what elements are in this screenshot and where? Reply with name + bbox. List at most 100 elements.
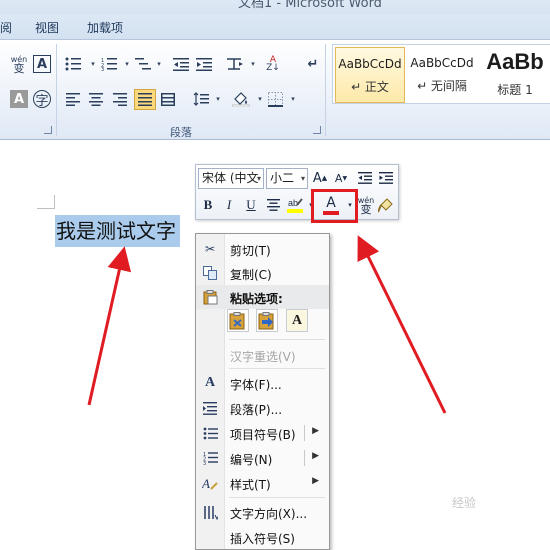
char-border-icon[interactable]: A — [33, 55, 51, 73]
menu-item-label: 文字方向(X)... — [230, 507, 308, 521]
font-name-combo[interactable]: 宋体 (中文 ▾ — [198, 168, 264, 189]
window-title: 文档1 - Microsoft Word — [238, 0, 382, 11]
decrease-indent-icon[interactable] — [356, 168, 374, 188]
increase-indent-icon[interactable] — [377, 168, 395, 188]
tab-addins[interactable]: 加载项 — [87, 19, 123, 36]
chevron-down-icon[interactable]: ▾ — [150, 55, 168, 73]
svg-text:3: 3 — [101, 67, 104, 71]
align-right-icon[interactable] — [111, 90, 129, 108]
menu-item-label: 粘贴选项: — [230, 292, 283, 306]
style-normal[interactable]: AaBbCcDd ↵ 正文 — [335, 47, 405, 103]
bold-button[interactable]: B — [199, 195, 217, 215]
scissors-icon: ✂ — [204, 242, 216, 256]
menu-item-paragraph[interactable]: 段落(P)... — [196, 396, 329, 420]
menu-separator — [229, 497, 325, 498]
style-sample: AaBb — [486, 49, 544, 74]
paste-merge-format-button[interactable] — [256, 309, 278, 332]
align-center-icon[interactable] — [87, 90, 105, 108]
borders-icon[interactable] — [266, 90, 284, 108]
selected-text[interactable]: 我是测试文字 — [55, 215, 180, 247]
decrease-indent-icon[interactable] — [172, 55, 190, 73]
font-color-highlight-box — [311, 189, 358, 223]
menu-item-styles[interactable]: A 样式(T) ▶ — [196, 471, 329, 495]
underline-button[interactable]: U — [242, 195, 260, 215]
menu-item-copy[interactable]: 复制(C) — [196, 261, 329, 285]
tab-review[interactable]: 阅 — [0, 19, 12, 36]
align-left-icon[interactable] — [64, 90, 82, 108]
submenu-arrow-icon[interactable]: ▶ — [312, 476, 319, 486]
font-name-value: 宋体 (中文 — [202, 171, 259, 185]
shading-icon[interactable] — [232, 90, 250, 108]
split-separator — [304, 450, 305, 466]
italic-button[interactable]: I — [220, 195, 238, 215]
menu-item-paste-options: 粘贴选项: — [196, 285, 329, 309]
font-size-combo[interactable]: 小二 ▾ — [266, 168, 308, 189]
justify-icon[interactable] — [134, 89, 156, 110]
ribbon-tabs: 阅 视图 加载项 — [0, 14, 550, 40]
distributed-icon[interactable] — [159, 90, 177, 108]
menu-item-numbering[interactable]: 123 编号(N) ▶ — [196, 446, 329, 470]
increase-indent-icon[interactable] — [195, 55, 213, 73]
menu-item-font[interactable]: A 字体(F)... — [196, 371, 329, 395]
format-painter-icon[interactable] — [377, 195, 395, 215]
watermark: 经验 — [452, 496, 477, 510]
chevron-down-icon[interactable]: ▾ — [284, 90, 302, 108]
phonetic-guide-icon[interactable]: wén 变 — [10, 55, 28, 74]
style-no-spacing[interactable]: AaBbCcDd ↵ 无间隔 — [407, 47, 477, 103]
group-separator — [325, 44, 326, 136]
menu-item-label: 编号(N) — [230, 453, 273, 467]
chevron-down-icon[interactable]: ▾ — [301, 169, 305, 188]
chevron-down-icon[interactable]: ▾ — [257, 169, 261, 188]
margin-corner-mark — [37, 195, 55, 209]
submenu-arrow-icon[interactable]: ▶ — [312, 426, 319, 436]
bullets-icon[interactable] — [64, 55, 82, 73]
font-dialog-launcher[interactable] — [44, 126, 52, 134]
style-name: ↵ 正文 — [351, 80, 389, 94]
menu-item-text-direction[interactable]: 文字方向(X)... — [196, 500, 329, 524]
chevron-down-icon[interactable]: ▾ — [209, 90, 227, 108]
menu-item-cut[interactable]: ✂ 剪切(T) — [196, 237, 329, 261]
menu-item-label: 复制(C) — [230, 268, 272, 282]
tab-view[interactable]: 视图 — [35, 19, 59, 36]
style-heading-1[interactable]: AaBb 标题 1 — [479, 47, 550, 103]
sort-icon[interactable]: A Z↓ — [264, 55, 282, 73]
style-sample: AaBbCcDd — [338, 57, 402, 71]
menu-item-label: 项目符号(B) — [230, 428, 296, 442]
mini-toolbar: 宋体 (中文 ▾ 小二 ▾ A ▲ A ▼ B I U ab ▾ A ▾ wén 变 — [195, 164, 399, 220]
menu-item-label: 字体(F)... — [230, 378, 282, 392]
style-name: ↵ 无间隔 — [417, 79, 467, 93]
grow-font-icon[interactable]: A ▲ — [311, 168, 329, 188]
paragraph-icon — [202, 400, 218, 416]
center-icon[interactable] — [264, 195, 282, 215]
bullets-icon — [202, 425, 218, 441]
paragraph-dialog-launcher[interactable] — [313, 126, 321, 134]
shrink-font-icon[interactable]: A ▼ — [332, 168, 350, 188]
phonetic-guide-icon[interactable]: wén 变 — [356, 193, 376, 217]
menu-item-insert-symbol[interactable]: 插入符号(S) — [196, 525, 329, 549]
numbering-icon[interactable]: 123 — [100, 55, 118, 73]
svg-text:A: A — [202, 476, 210, 491]
text-direction-icon — [202, 504, 218, 520]
show-marks-icon[interactable]: ↵ — [304, 55, 322, 73]
submenu-arrow-icon[interactable]: ▶ — [312, 451, 319, 461]
menu-item-bullets[interactable]: 项目符号(B) ▶ — [196, 421, 329, 445]
menu-item-label: 汉字重选(V) — [230, 350, 296, 364]
char-shading-icon[interactable]: A — [10, 90, 28, 108]
menu-item-label: 插入符号(S) — [230, 532, 295, 546]
clipboard-icon — [202, 289, 218, 305]
line-spacing-icon[interactable] — [192, 90, 210, 108]
ribbon: wén 变 A A 字 ▾ 123 ▾ ▾ ▾ A Z↓ ↵ ▾ ▾ ▾ 段落 … — [0, 40, 550, 140]
menu-separator — [229, 368, 325, 369]
style-sample: AaBbCcDd — [410, 56, 474, 70]
split-separator — [304, 425, 305, 441]
paste-text-only-button[interactable]: A — [286, 309, 308, 332]
menu-item-label: 段落(P)... — [230, 403, 283, 417]
paste-keep-source-button[interactable] — [227, 309, 249, 332]
chinese-layout-icon[interactable] — [226, 55, 244, 73]
paragraph-group-label: 段落 — [170, 126, 192, 139]
enclose-char-icon[interactable]: 字 — [33, 90, 51, 109]
font-size-value: 小二 — [270, 171, 295, 185]
chevron-down-icon[interactable]: ▾ — [244, 55, 262, 73]
context-menu: ✂ 剪切(T) 复制(C) 粘贴选项: 汉字重选(V) A 字体(F)... 段… — [195, 233, 330, 550]
group-separator — [56, 44, 57, 136]
